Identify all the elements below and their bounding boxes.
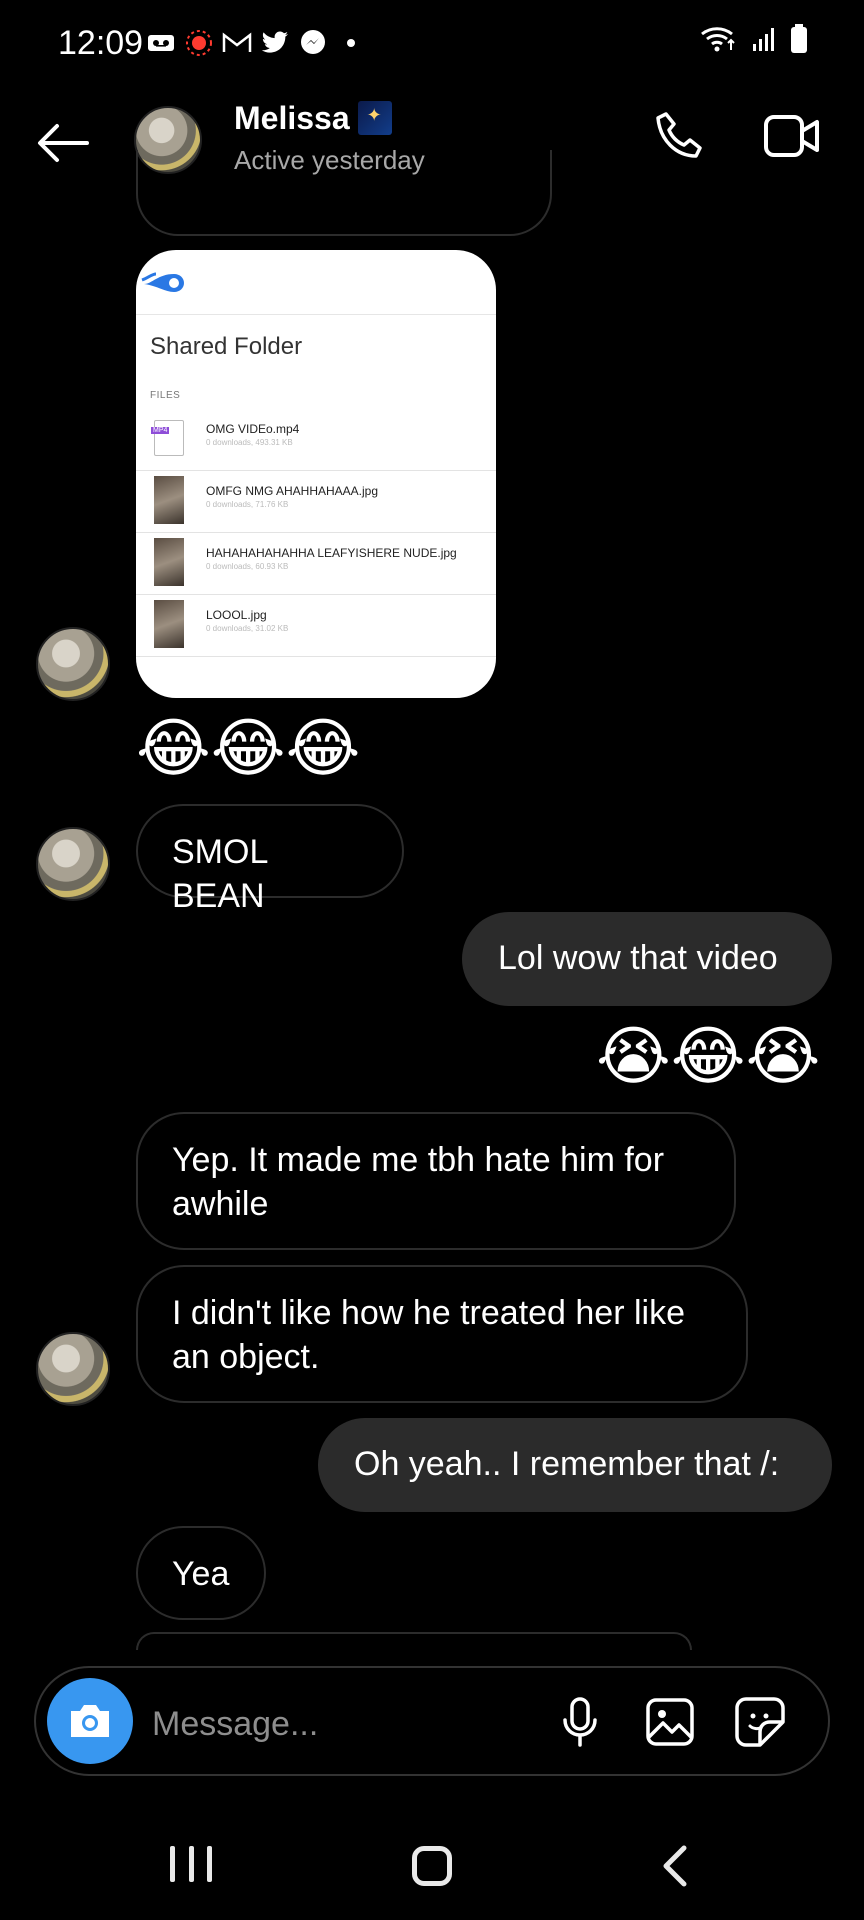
gallery-button[interactable] — [640, 1694, 700, 1750]
video-file-icon: MP4 — [151, 420, 184, 456]
signal-icon — [752, 26, 776, 57]
file-name: OMG VIDEo.mp4 — [206, 422, 300, 436]
image-thumbnail — [154, 600, 184, 648]
emoji-message[interactable]: 😭😂😭 — [596, 1022, 820, 1092]
video-camera-icon — [764, 115, 819, 157]
dot-icon — [336, 28, 366, 58]
clipped-message-bubble[interactable] — [136, 150, 552, 236]
incoming-message[interactable]: SMOL BEAN — [136, 804, 404, 915]
outgoing-message[interactable]: Lol wow that video — [462, 912, 832, 1006]
voicemail-icon — [146, 28, 176, 58]
file-row[interactable]: OMFG NMG AHAHHAHAAA.jpg 0 downloads, 71.… — [136, 470, 496, 533]
incoming-message[interactable]: Yep. It made me tbh hate him for awhile — [136, 1112, 736, 1250]
status-time: 12:09 — [58, 24, 144, 62]
microphone-button[interactable] — [552, 1694, 608, 1750]
folder-service-logo-icon — [141, 272, 184, 292]
wifi-icon — [700, 24, 738, 59]
sticker-button[interactable] — [730, 1694, 790, 1750]
voice-call-button[interactable] — [648, 104, 712, 168]
file-name: OMFG NMG AHAHHAHAAA.jpg — [206, 484, 379, 498]
battery-icon — [790, 24, 808, 59]
phone-icon — [656, 112, 702, 158]
microphone-icon — [563, 1697, 597, 1747]
recording-icon — [184, 28, 214, 58]
gmail-icon — [222, 28, 252, 58]
status-bar: 12:09 — [0, 0, 864, 90]
twitter-icon — [260, 28, 290, 58]
file-row[interactable]: LOOOL.jpg 0 downloads, 31.02 KB — [136, 594, 496, 657]
mp4-tag: MP4 — [151, 427, 170, 434]
file-row[interactable]: HAHAHAHAHAHHA LEAFYISHERE NUDE.jpg 0 dow… — [136, 532, 496, 595]
chevron-left-icon — [663, 1845, 687, 1887]
message-input[interactable] — [150, 1693, 534, 1755]
contact-name-row[interactable]: Melissa — [234, 100, 392, 137]
image-thumbnail — [154, 538, 184, 586]
file-meta: 0 downloads, 493.31 KB — [206, 438, 293, 447]
file-name: LOOOL.jpg — [206, 608, 267, 622]
sender-avatar[interactable] — [36, 827, 110, 901]
card-header — [136, 250, 496, 315]
video-call-button[interactable] — [758, 104, 826, 168]
back-button[interactable] — [28, 108, 98, 178]
emoji-message[interactable]: 😂😂😂 — [136, 714, 360, 784]
outgoing-message[interactable]: Oh yeah.. I remember that /: — [318, 1418, 832, 1512]
file-name: HAHAHAHAHAHHA LEAFYISHERE NUDE.jpg — [206, 546, 457, 560]
incoming-message[interactable]: Yea — [136, 1526, 266, 1620]
recent-apps-icon-bar — [188, 1846, 194, 1882]
incoming-message[interactable]: I didn't like how he treated her like an… — [136, 1265, 748, 1403]
sparkler-emoji-icon — [357, 101, 392, 135]
file-meta: 0 downloads, 71.76 KB — [206, 500, 289, 509]
file-row[interactable]: MP4 OMG VIDEo.mp4 0 downloads, 493.31 KB — [136, 408, 496, 471]
card-title: Shared Folder — [150, 333, 303, 360]
sticker-icon — [735, 1697, 785, 1747]
camera-icon — [71, 1705, 109, 1737]
clipped-message-bubble[interactable] — [136, 1632, 692, 1650]
gallery-icon — [646, 1698, 694, 1746]
file-meta: 0 downloads, 60.93 KB — [206, 562, 289, 571]
system-back-button[interactable] — [656, 1844, 696, 1888]
messenger-icon — [298, 28, 328, 58]
contact-name: Melissa — [234, 100, 350, 136]
recent-apps-icon-bar — [170, 1846, 175, 1882]
system-status-icons — [700, 24, 808, 59]
recent-apps-icon-bar — [207, 1846, 212, 1882]
shared-folder-card[interactable]: Shared Folder FILES MP4 OMG VIDEo.mp4 0 … — [136, 250, 496, 698]
sender-avatar[interactable] — [36, 1332, 110, 1406]
notification-icons — [146, 28, 366, 58]
camera-button[interactable] — [47, 1678, 133, 1764]
home-button[interactable] — [412, 1846, 452, 1886]
files-label: FILES — [150, 390, 181, 401]
recent-apps-button[interactable] — [170, 1846, 212, 1886]
image-thumbnail — [154, 476, 184, 524]
back-arrow-icon — [38, 124, 89, 162]
file-meta: 0 downloads, 31.02 KB — [206, 624, 289, 633]
sender-avatar[interactable] — [36, 627, 110, 701]
